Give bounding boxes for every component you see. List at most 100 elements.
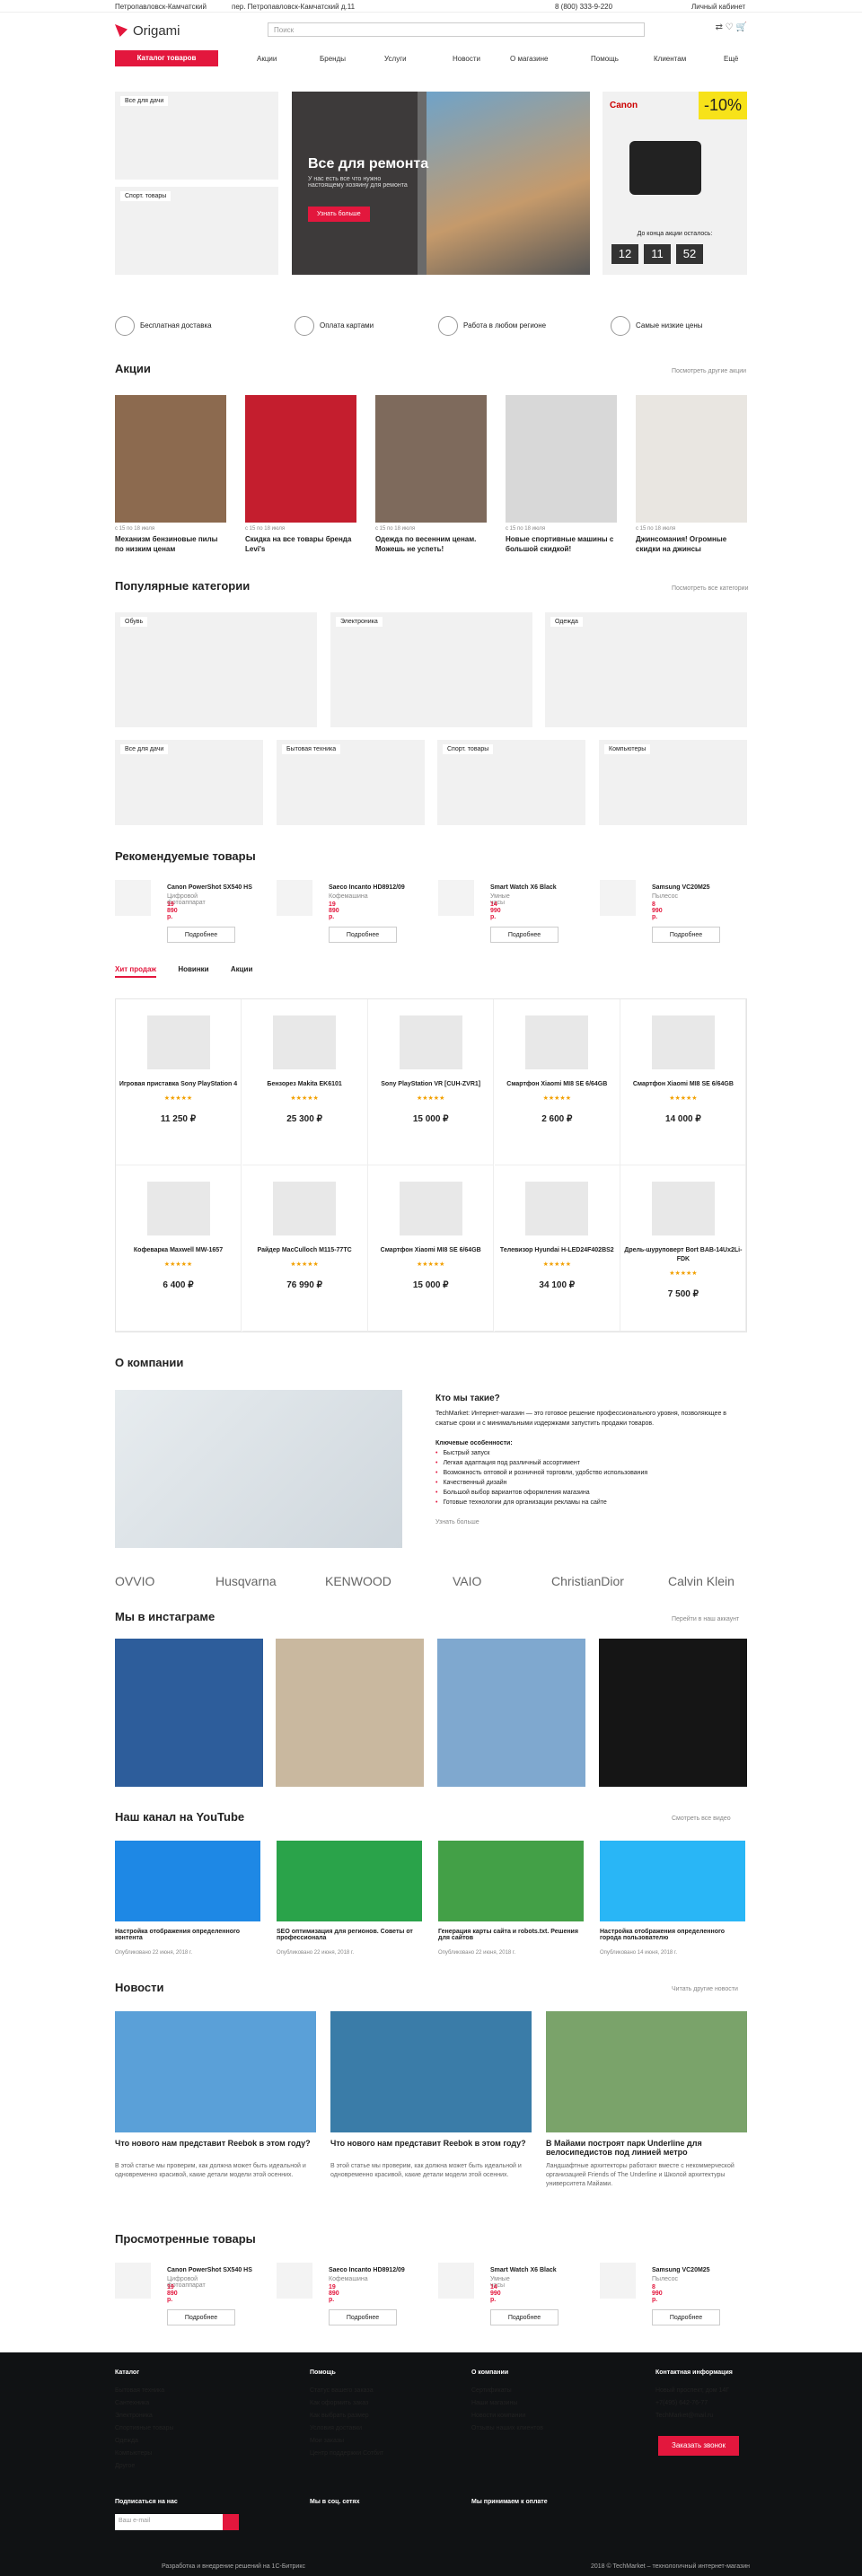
callback-button[interactable]: Заказать звонок [658, 2436, 739, 2456]
video-title[interactable]: Настройка отображения определенного горо… [600, 1929, 745, 1941]
details-button[interactable]: Подробнее [652, 2309, 720, 2325]
brand-logo[interactable]: Calvin Klein [668, 1574, 734, 1588]
brand-logo[interactable]: OVVIO [115, 1574, 154, 1588]
details-button[interactable]: Подробнее [329, 2309, 397, 2325]
video-title[interactable]: Генерация карты сайта и robots.txt. Реше… [438, 1929, 584, 1941]
footer-link[interactable]: Наши магазины [471, 2397, 543, 2410]
nav-item[interactable]: Новости [453, 55, 480, 63]
product-name[interactable]: Райдер MacCulloch M115-77TC [242, 1246, 367, 1255]
category-clothes[interactable]: Одежда [545, 612, 747, 727]
footer-link[interactable]: Новости компании [471, 2410, 543, 2422]
product-card[interactable]: Кофеварка Maxwell MW-1657 ★★★★★ 6 400 ₽ [116, 1165, 242, 1332]
product-image[interactable] [525, 1015, 589, 1069]
product-name[interactable]: Samsung VC20M25 [652, 884, 751, 891]
news-more-link[interactable]: Читать другие новости [672, 1986, 738, 1992]
product-name[interactable]: Smart Watch X6 Black [490, 2267, 589, 2273]
product-image[interactable] [273, 1015, 337, 1069]
footer-link[interactable]: Как оформить заказ [310, 2397, 383, 2410]
category-sport[interactable]: Спорт. товары [437, 740, 585, 825]
details-button[interactable]: Подробнее [329, 927, 397, 943]
nav-item[interactable]: Ещё [724, 55, 738, 63]
promo-card[interactable]: с 15 по 18 июля Скидка на все товары брен… [245, 395, 356, 554]
video-thumbnail[interactable] [438, 1841, 584, 1921]
categories-more-link[interactable]: Посмотреть все категории [672, 585, 749, 592]
logo[interactable]: Origami [115, 23, 180, 39]
product-image[interactable] [651, 1182, 715, 1235]
footer-link[interactable]: Статус вашего заказа [310, 2385, 383, 2397]
instagram-more-link[interactable]: Перейти в наш аккаунт [672, 1616, 739, 1622]
category-garden[interactable]: Все для дачи [115, 740, 263, 825]
nav-item[interactable]: Бренды [320, 55, 346, 63]
footer-link[interactable]: Мои заказы [310, 2435, 383, 2448]
product-name[interactable]: Samsung VC20M25 [652, 2267, 751, 2273]
nav-item[interactable]: Услуги [384, 55, 407, 63]
instagram-post[interactable] [115, 1639, 263, 1787]
details-button[interactable]: Подробнее [490, 2309, 559, 2325]
category-shoes[interactable]: Обувь [115, 612, 317, 727]
cart-icon[interactable]: 🛒 [736, 22, 747, 32]
news-title[interactable]: Что нового нам представит Reebok в этом … [330, 2139, 532, 2148]
instagram-post[interactable] [276, 1639, 424, 1787]
promo-title[interactable]: Скидка на все товары бренда Levi's [245, 534, 356, 554]
video-title[interactable]: Настройка отображения определенного конт… [115, 1929, 260, 1941]
hero-button[interactable]: Узнать больше [308, 207, 370, 222]
product-image[interactable] [277, 2263, 312, 2299]
youtube-more-link[interactable]: Смотреть все видео [672, 1816, 731, 1822]
product-image[interactable] [399, 1182, 462, 1235]
wishlist-icon[interactable]: ♡ [726, 22, 734, 32]
product-name[interactable]: Смартфон Xiaomi MI8 SE 6/64GB [620, 1080, 745, 1089]
details-button[interactable]: Подробнее [490, 927, 559, 943]
video-thumbnail[interactable] [115, 1841, 260, 1921]
about-more-link[interactable]: Узнать больше [435, 1519, 479, 1525]
compare-icon[interactable]: ⇄ [716, 22, 723, 32]
details-button[interactable]: Подробнее [652, 927, 720, 943]
product-name[interactable]: Sony PlayStation VR [CUH-ZVR1] [368, 1080, 493, 1089]
promo-card[interactable]: с 15 по 18 июля Одежда по весенним ценам.… [375, 395, 487, 554]
product-image[interactable] [146, 1015, 210, 1069]
news-title[interactable]: В Майами построят парк Underline для вел… [546, 2139, 747, 2157]
footer-link[interactable]: Другое [115, 2460, 174, 2473]
footer-link[interactable]: Новый проспект, дом 14Г [655, 2385, 733, 2397]
promo-card[interactable]: с 15 по 18 июля Джинсомания! Огромные ски… [636, 395, 747, 554]
product-name[interactable]: Saeco Incanto HD8912/09 [329, 884, 427, 891]
product-card[interactable]: Дрель-шуруповерт Bort BAB-14Ux2Li-FDK ★★★… [620, 1165, 747, 1332]
promo-card[interactable]: с 15 по 18 июля Новые спортивные машины с… [506, 395, 617, 554]
product-name[interactable]: Дрель-шуруповерт Bort BAB-14Ux2Li-FDK [620, 1246, 745, 1264]
product-card[interactable]: Смартфон Xiaomi MI8 SE 6/64GB ★★★★★ 15 000… [368, 1165, 495, 1332]
product-image[interactable] [273, 1182, 337, 1235]
instagram-post[interactable] [437, 1639, 585, 1787]
footer-link[interactable]: Бытовая техника [115, 2385, 174, 2397]
product-card[interactable]: Игровая приставка Sony PlayStation 4 ★★★★… [116, 999, 242, 1165]
product-name[interactable]: Игровая приставка Sony PlayStation 4 [116, 1080, 241, 1089]
product-card[interactable]: Смартфон Xiaomi MI8 SE 6/64GB ★★★★★ 2 600 … [494, 999, 620, 1165]
product-name[interactable]: Canon PowerShot SX540 HS [167, 2267, 266, 2273]
product-image[interactable] [600, 880, 636, 916]
video-title[interactable]: SEO оптимизация для регионов. Советы от … [277, 1929, 422, 1941]
tab-new[interactable]: Новинки [178, 965, 208, 973]
product-image[interactable] [600, 2263, 636, 2299]
product-image[interactable] [399, 1015, 462, 1069]
product-name[interactable]: Smart Watch X6 Black [490, 884, 589, 891]
brand-logo[interactable]: KENWOOD [325, 1574, 391, 1588]
category-appliances[interactable]: Бытовая техника [277, 740, 425, 825]
category-computers[interactable]: Компьютеры [599, 740, 747, 825]
tab-sale[interactable]: Акции [231, 965, 253, 973]
product-image[interactable] [115, 2263, 151, 2299]
product-image[interactable] [438, 880, 474, 916]
tab-hits[interactable]: Хит продаж [115, 965, 157, 978]
video-thumbnail[interactable] [600, 1841, 745, 1921]
nav-item[interactable]: Акции [257, 55, 277, 63]
video-thumbnail[interactable] [277, 1841, 422, 1921]
brand-logo[interactable]: Husqvarna [216, 1574, 277, 1588]
nav-item[interactable]: Помощь [591, 55, 619, 63]
phone[interactable]: 8 (800) 333-9-220 [555, 3, 612, 11]
product-image[interactable] [115, 880, 151, 916]
promo-banner[interactable]: Canon -10% До конца акции осталось: 12 11… [603, 92, 747, 275]
category-electronics[interactable]: Электроника [330, 612, 532, 727]
footer-link[interactable]: Сертификаты [471, 2385, 543, 2397]
footer-link[interactable]: Спортивные товары [115, 2422, 174, 2435]
product-card[interactable]: Телевизор Hyundai H-LED24F402BS2 ★★★★★ 34 … [494, 1165, 620, 1332]
product-card[interactable]: Sony PlayStation VR [CUH-ZVR1] ★★★★★ 15 00… [368, 999, 495, 1165]
email-input[interactable]: Ваш e-mail [115, 2514, 223, 2530]
promo-title[interactable]: Джинсомания! Огромные скидки на джинсы [636, 534, 747, 554]
